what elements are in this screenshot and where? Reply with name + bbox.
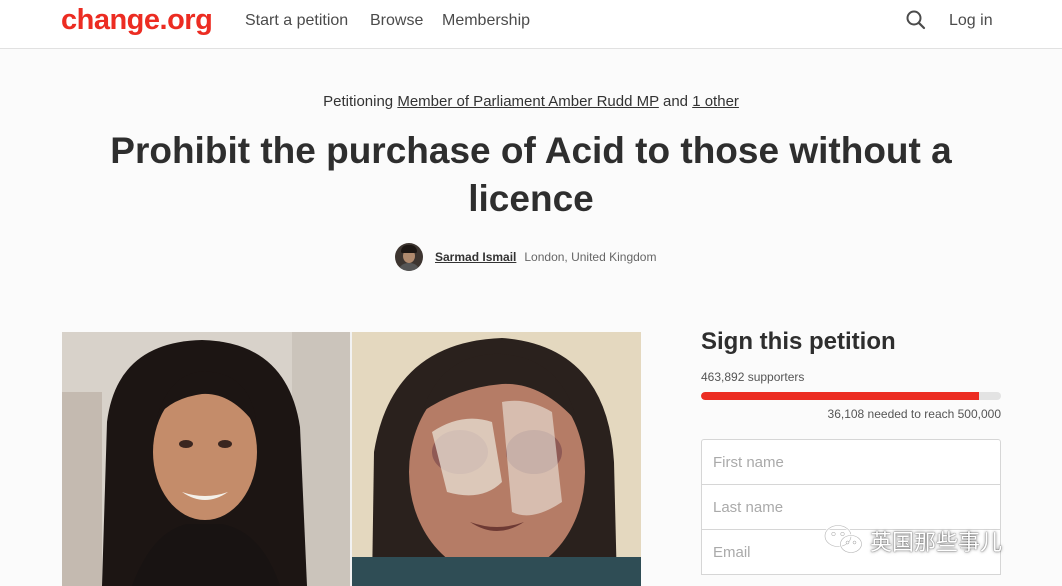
petition-title: Prohibit the purchase of Acid to those w… [110,130,952,219]
nav-browse[interactable]: Browse [370,12,423,30]
nav-membership[interactable]: Membership [442,12,530,30]
petition-photo [62,332,641,586]
author-avatar[interactable] [395,243,423,271]
first-name-field[interactable] [701,439,1001,485]
signatures-needed: 36,108 needed to reach 500,000 [827,407,1001,421]
nav-start-petition[interactable]: Start a petition [245,12,348,30]
other-targets-link[interactable]: 1 other [692,93,739,110]
petitioning-prefix: Petitioning [323,93,394,110]
search-icon[interactable] [905,9,927,31]
watermark-text: 英国那些事儿 [870,531,1003,556]
signature-progress-bar [701,392,1001,400]
wechat-watermark: 英国那些事儿 [822,521,1002,561]
photo-before [62,332,350,586]
petition-author: Sarmad Ismail London, United Kingdom [395,242,656,272]
target-link[interactable]: Member of Parliament Amber Rudd MP [397,93,659,110]
petition-targets: Petitioning Member of Parliament Amber R… [0,93,1062,110]
author-name-link[interactable]: Sarmad Ismail [435,250,516,264]
supporters-count: 463,892 supporters [701,370,805,384]
signature-progress-fill [701,392,980,400]
login-link[interactable]: Log in [949,12,993,30]
photo-after [352,332,641,586]
top-navigation-bar: change.org Start a petition Browse Membe… [0,0,1062,49]
targets-conjunction: and [663,93,689,110]
wechat-icon [822,523,864,560]
author-location: London, United Kingdom [524,250,657,264]
sign-petition-heading: Sign this petition [701,328,896,355]
change-org-logo[interactable]: change.org [61,4,213,37]
